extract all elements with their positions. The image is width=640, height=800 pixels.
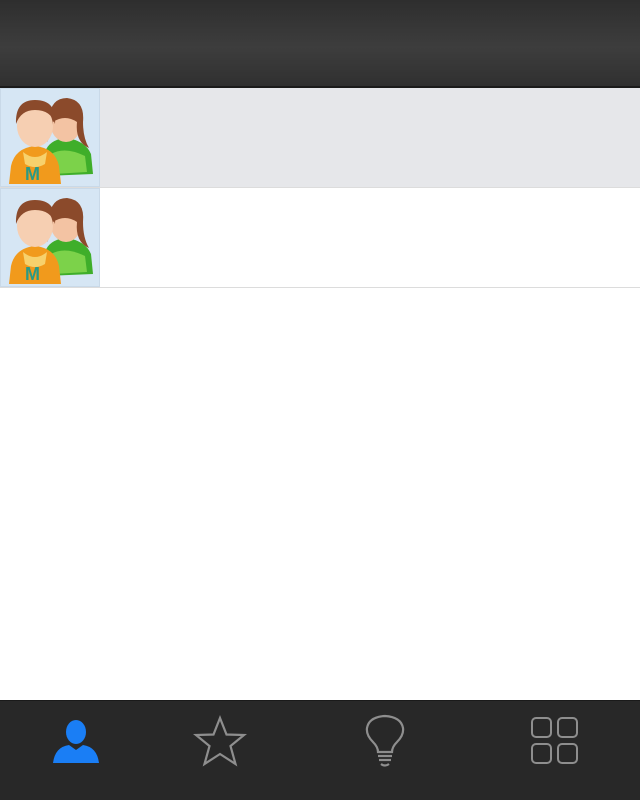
tab-ideas[interactable]	[345, 709, 425, 773]
avatar: M	[0, 188, 100, 287]
contact-group-list: M M	[0, 88, 640, 288]
group-avatar-icon: M	[9, 97, 93, 184]
group-avatar-icon: M	[9, 197, 93, 284]
avatar: M	[0, 88, 100, 187]
tab-contacts[interactable]	[36, 709, 116, 773]
svg-text:M: M	[25, 164, 40, 184]
tab-bar	[0, 700, 640, 800]
app-window: M M	[0, 0, 640, 800]
person-icon	[53, 720, 99, 763]
list-item-content	[100, 88, 640, 187]
grid-icon	[531, 717, 578, 764]
list-item[interactable]: M	[0, 88, 640, 188]
list-item[interactable]: M	[0, 188, 640, 288]
lightbulb-icon	[365, 714, 405, 767]
list-item-content	[100, 188, 640, 287]
tab-more[interactable]	[515, 709, 595, 773]
star-icon	[193, 715, 247, 767]
navigation-bar	[0, 0, 640, 88]
svg-text:M: M	[25, 264, 40, 284]
tab-favorites[interactable]	[180, 709, 260, 773]
